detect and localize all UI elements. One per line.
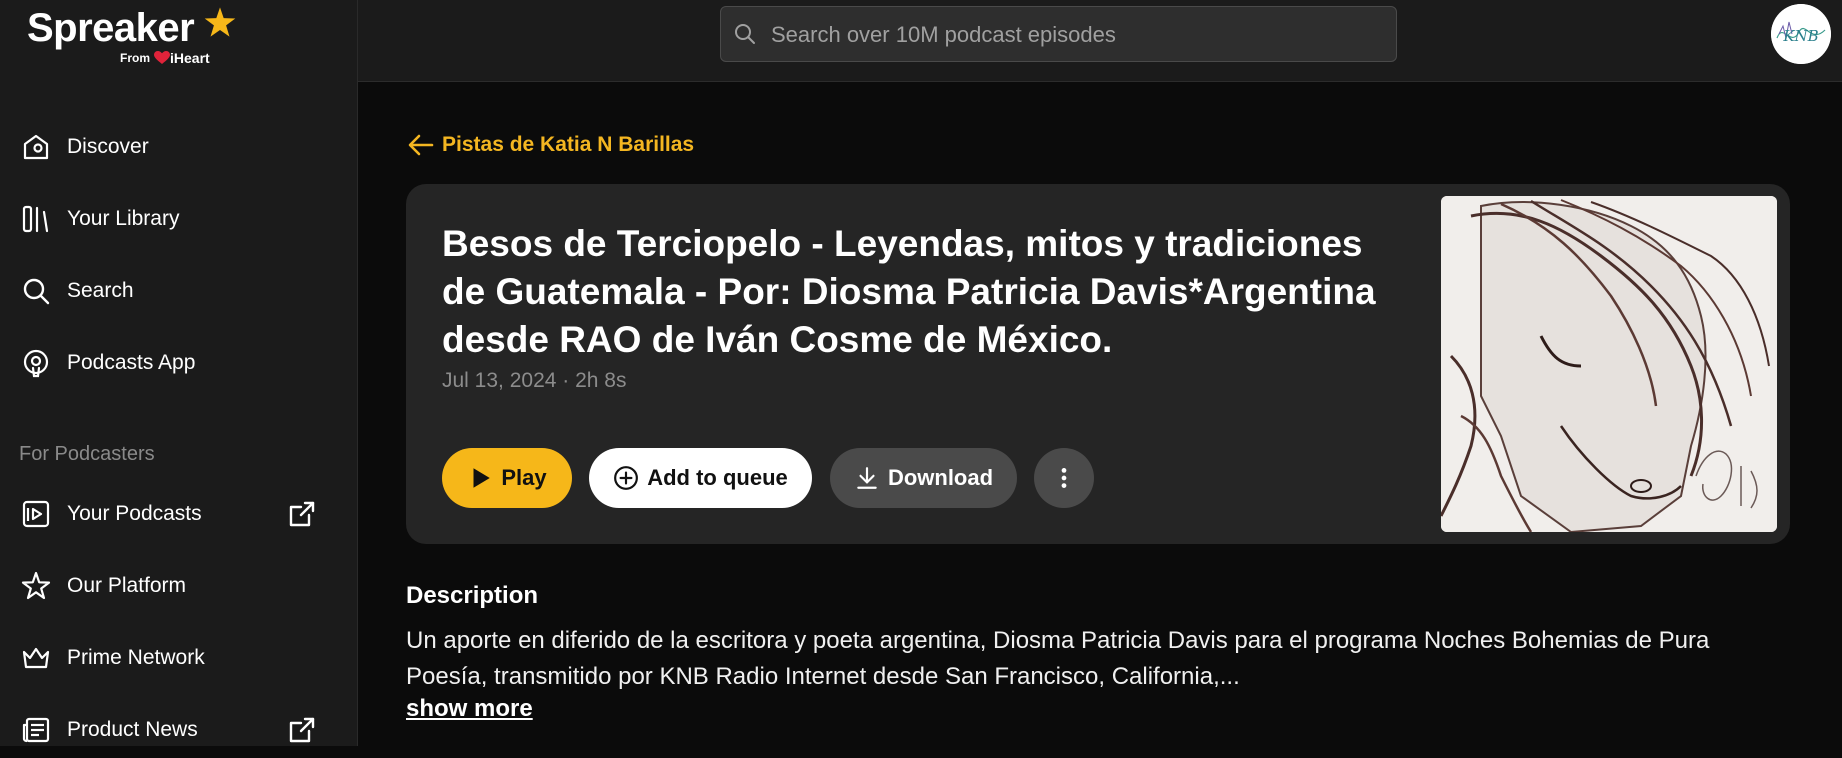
spreaker-logo[interactable]: Spreaker From iHeart — [27, 4, 257, 66]
podcast-app-icon — [20, 347, 52, 379]
your-podcasts-icon — [20, 498, 52, 530]
iheart-heart-icon — [154, 51, 170, 64]
play-button-label: Play — [501, 465, 547, 490]
sidebar-item-podcasts-app[interactable]: Podcasts App — [0, 335, 357, 391]
sidebar-item-product-news[interactable]: Product News — [0, 702, 357, 758]
horse-sketch-image — [1441, 196, 1777, 532]
description-heading: Description — [406, 582, 539, 609]
search-icon — [20, 275, 52, 307]
add-circle-icon — [614, 466, 639, 490]
arrow-left-icon — [408, 134, 434, 156]
home-icon — [20, 131, 52, 163]
sidebar-item-discover[interactable]: Discover — [0, 119, 357, 175]
download-label: Download — [887, 465, 994, 490]
external-link-icon — [289, 717, 315, 743]
sidebar-item-label: Our Platform — [67, 574, 187, 597]
avatar-initials: KNB — [1782, 27, 1818, 45]
logo-wordmark: Spreaker — [27, 6, 195, 50]
sidebar-item-your-library[interactable]: Your Library — [0, 191, 357, 247]
avatar-image: KNB — [1771, 4, 1831, 64]
star-outline-icon — [20, 570, 52, 602]
episode-title: Besos de Terciopelo - Leyendas, mitos y … — [442, 223, 1376, 360]
add-to-queue-label: Add to queue — [647, 465, 788, 490]
search-input[interactable] — [769, 7, 1383, 63]
search-box[interactable] — [720, 6, 1397, 63]
logo-star-icon — [204, 7, 236, 37]
sidebar-item-label: Your Library — [67, 207, 180, 230]
play-icon — [473, 468, 491, 488]
crown-icon — [20, 642, 52, 674]
sidebar-item-label: Discover — [67, 135, 149, 158]
more-vertical-icon — [1061, 468, 1067, 488]
library-icon — [20, 203, 52, 235]
sidebar-item-search[interactable]: Search — [0, 263, 357, 319]
top-bar: KNB — [358, 0, 1842, 82]
external-link-icon — [289, 501, 315, 527]
episode-artwork — [1441, 196, 1777, 532]
download-button[interactable]: Download — [830, 448, 1017, 508]
sidebar-item-label: Podcasts App — [67, 351, 196, 374]
back-link[interactable]: Pistas de Katia N Barillas — [406, 129, 694, 161]
avatar[interactable]: KNB — [1771, 4, 1831, 64]
back-link-label: Pistas de Katia N Barillas — [442, 133, 695, 156]
play-button[interactable]: Play — [442, 448, 572, 508]
description-body: Un aporte en diferido de la escritora y … — [406, 627, 1710, 690]
episode-card: Besos de Terciopelo - Leyendas, mitos y … — [406, 184, 1790, 544]
search-icon — [735, 24, 755, 44]
sidebar-item-label: Prime Network — [67, 646, 205, 669]
logo-from-label: From — [120, 51, 150, 65]
sidebar-item-our-platform[interactable]: Our Platform — [0, 558, 357, 614]
more-options-button[interactable] — [1034, 448, 1094, 508]
add-to-queue-button[interactable]: Add to queue — [589, 448, 812, 508]
episode-meta: Jul 13, 2024 · 2h 8s — [442, 369, 627, 392]
news-icon — [20, 714, 52, 746]
sidebar-item-prime-network[interactable]: Prime Network — [0, 630, 357, 686]
show-more-link[interactable]: show more — [406, 695, 533, 723]
sidebar-item-label: Product News — [67, 718, 198, 741]
logo-iheart-label: iHeart — [170, 50, 210, 66]
sidebar: Spreaker From iHeart Discover Your Libra… — [0, 0, 358, 746]
download-icon — [857, 467, 877, 489]
for-podcasters-heading: For Podcasters — [19, 443, 155, 465]
sidebar-item-label: Your Podcasts — [67, 502, 202, 525]
sidebar-item-your-podcasts[interactable]: Your Podcasts — [0, 486, 357, 542]
sidebar-item-label: Search — [67, 279, 134, 302]
